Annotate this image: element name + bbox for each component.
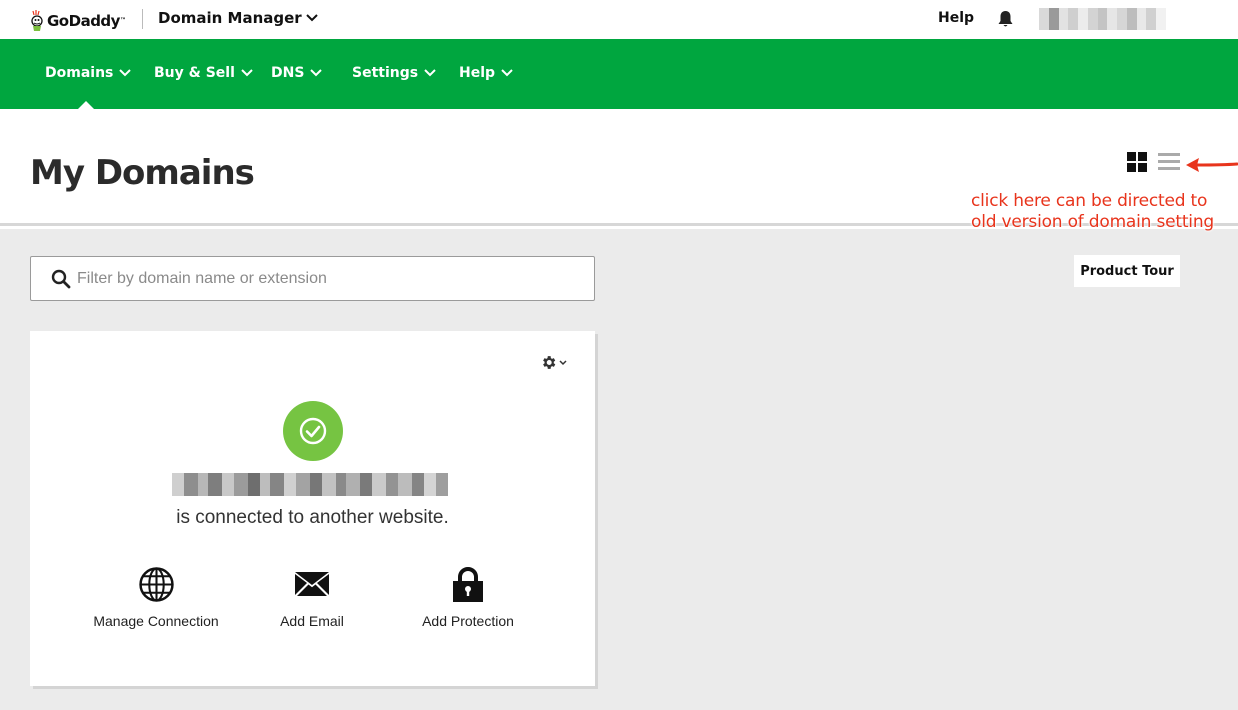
manage-connection-button[interactable]: Manage Connection bbox=[81, 566, 231, 629]
bell-icon[interactable] bbox=[997, 10, 1014, 28]
lock-icon bbox=[453, 566, 483, 602]
domain-name-redacted[interactable] bbox=[172, 473, 452, 496]
annotation-line-2: old version of domain setting bbox=[971, 212, 1214, 232]
main-nav: Domains Buy & Sell DNS Settings Help bbox=[0, 39, 1238, 110]
action-label: Add Email bbox=[280, 613, 344, 629]
chevron-down-icon bbox=[424, 69, 436, 77]
logo-text: GoDaddy™ bbox=[47, 12, 126, 30]
card-settings-menu[interactable] bbox=[540, 354, 567, 371]
chevron-down-icon bbox=[501, 69, 513, 77]
godaddy-logo-icon bbox=[31, 10, 43, 31]
nav-settings[interactable]: Settings bbox=[352, 65, 436, 81]
connection-status-text: is connected to another website. bbox=[176, 507, 449, 528]
add-protection-button[interactable]: Add Protection bbox=[393, 566, 543, 629]
godaddy-logo[interactable]: GoDaddy™ bbox=[31, 4, 126, 32]
account-menu[interactable] bbox=[1039, 8, 1166, 30]
add-email-button[interactable]: Add Email bbox=[237, 567, 387, 629]
globe-icon bbox=[138, 566, 174, 602]
gear-icon bbox=[543, 356, 556, 369]
nav-dns[interactable]: DNS bbox=[271, 65, 323, 81]
check-circle-icon bbox=[299, 417, 327, 445]
envelope-icon bbox=[295, 572, 329, 596]
chevron-down-icon bbox=[241, 69, 253, 77]
annotation-arrow-icon bbox=[1186, 158, 1238, 172]
top-bar: GoDaddy™ Domain Manager Help bbox=[0, 0, 1238, 39]
connected-status-icon bbox=[283, 401, 343, 461]
list-view-icon[interactable] bbox=[1158, 152, 1180, 172]
annotation-line-1: click here can be directed to bbox=[971, 191, 1208, 211]
product-tour-button[interactable]: Product Tour bbox=[1074, 255, 1180, 287]
top-help-link[interactable]: Help bbox=[938, 10, 974, 26]
chevron-down-icon bbox=[559, 359, 567, 365]
nav-help[interactable]: Help bbox=[459, 65, 513, 81]
annotation-note: click here can be directed to old versio… bbox=[971, 191, 1214, 233]
domain-filter bbox=[30, 256, 595, 301]
search-icon bbox=[51, 269, 71, 289]
domain-card: is connected to another website. Manage … bbox=[30, 331, 595, 686]
nav-buy-sell[interactable]: Buy & Sell bbox=[154, 65, 253, 81]
search-input[interactable] bbox=[77, 265, 577, 293]
action-label: Add Protection bbox=[422, 613, 514, 629]
grid-view-icon[interactable] bbox=[1127, 152, 1147, 172]
chevron-down-icon bbox=[306, 14, 318, 22]
page-title: My Domains bbox=[30, 153, 255, 193]
chevron-down-icon bbox=[310, 69, 323, 77]
nav-domains[interactable]: Domains bbox=[45, 65, 132, 81]
app-title: Domain Manager bbox=[158, 9, 302, 27]
app-switcher[interactable]: Domain Manager bbox=[158, 9, 318, 27]
action-label: Manage Connection bbox=[93, 613, 219, 629]
header-divider bbox=[142, 9, 143, 29]
chevron-down-icon bbox=[119, 69, 132, 77]
